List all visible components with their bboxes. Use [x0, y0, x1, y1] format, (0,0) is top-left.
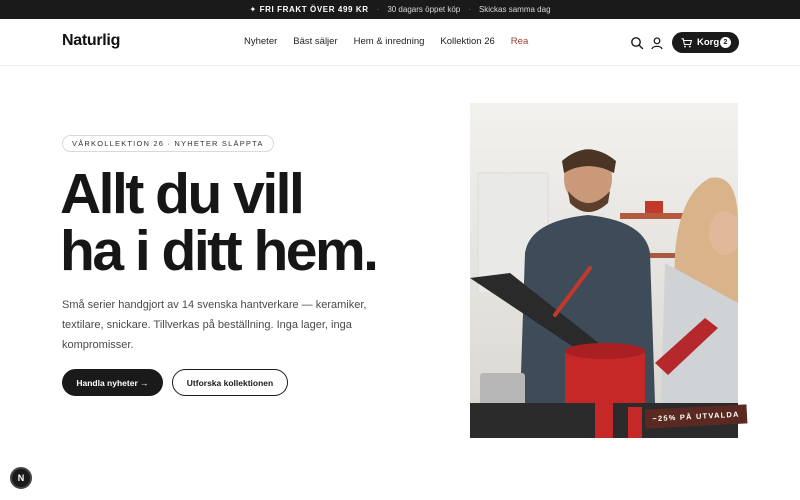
floating-brand-button[interactable]: N: [10, 467, 32, 489]
hero-image: [470, 103, 738, 438]
hero-headline: Allt du vill ha i ditt hem.: [60, 162, 379, 283]
main-nav: Nyheter Bäst säljer Hem & inredning Koll…: [244, 36, 528, 47]
nav-item-bast-saljer[interactable]: Bäst säljer: [293, 36, 337, 47]
explore-collection-button[interactable]: Utforska kollektionen: [172, 369, 288, 396]
separator: ·: [468, 5, 471, 14]
nav-item-hem-inredning[interactable]: Hem & inredning: [354, 36, 425, 47]
same-day-shipping-text: Skickas samma dag: [478, 5, 551, 14]
nav-item-rea[interactable]: Rea: [511, 36, 528, 47]
headline-line-1: Allt du vill: [60, 162, 305, 226]
site-header: Naturlig Nyheter Bäst säljer Hem & inred…: [0, 19, 800, 66]
cart-count-badge: 2: [720, 37, 731, 48]
hero-description: Små serier handgjort av 14 svenska hantv…: [62, 299, 367, 351]
cart-icon: [681, 37, 692, 47]
search-icon[interactable]: [630, 36, 644, 50]
collection-pill: VÅRKOLLEKTION 26 · NYHETER SLÄPPTA: [62, 135, 274, 152]
shop-new-button[interactable]: Handla nyheter →: [62, 369, 163, 396]
separator: ·: [376, 5, 380, 14]
nav-item-kollektion-26[interactable]: Kollektion 26: [440, 36, 494, 47]
site-logo[interactable]: Naturlig: [62, 32, 120, 50]
kitchen-scene-illustration: [470, 103, 738, 438]
cart-label: Korg: [697, 37, 720, 48]
headline-line-2: ha i ditt hem.: [60, 219, 379, 283]
open-purchase-text: 30 dagars öppet köp: [387, 5, 461, 14]
free-shipping-text: ✦ FRI FRAKT ÖVER 499 KR: [249, 5, 369, 14]
nav-item-nyheter[interactable]: Nyheter: [244, 36, 277, 47]
account-icon[interactable]: [650, 36, 664, 50]
cart-button[interactable]: Korg 2: [672, 32, 739, 53]
announcement-bar: ✦ FRI FRAKT ÖVER 499 KR · 30 dagars öppe…: [0, 0, 800, 19]
